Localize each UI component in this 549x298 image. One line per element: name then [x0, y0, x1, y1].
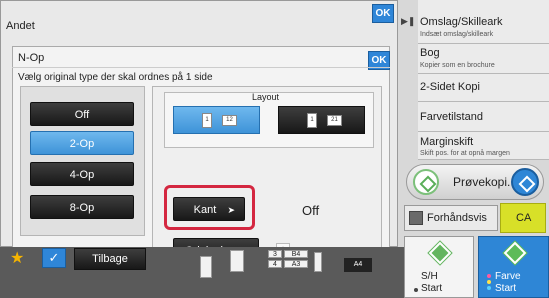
option-8-op[interactable]: 8-Op: [30, 195, 134, 219]
tray-slot: [230, 250, 244, 272]
color-start-label: Start: [495, 283, 517, 294]
arrow-right-icon: ➤: [227, 205, 235, 215]
preview-color-icon: [511, 168, 539, 196]
page-landscape-icon: 21: [327, 115, 342, 126]
andet-ok-button[interactable]: OK: [372, 4, 394, 23]
nop-description: Vælg original type der skal ordnes på 1 …: [18, 72, 213, 83]
color-start-button[interactable]: Farve Start: [478, 236, 549, 298]
start-diamond-icon: [428, 241, 452, 265]
start-diamond-icon: [503, 241, 527, 265]
page-portrait-icon: 1: [307, 113, 317, 128]
menu-item-marginskift[interactable]: Marginskift Skift pos. for at opnå marge…: [418, 132, 549, 160]
preview-doc-icon: [409, 211, 423, 225]
divider: [12, 67, 390, 68]
nop-title: N-Op: [18, 52, 45, 64]
layout-right-to-left-button[interactable]: 1 21: [278, 106, 365, 134]
menu-item-omslag[interactable]: Omslag/Skilleark Indsæt omslag/skilleark: [418, 0, 549, 44]
menu-item-bog[interactable]: Bog Kopier som en brochure: [418, 44, 549, 74]
option-off[interactable]: Off: [30, 102, 134, 126]
menu-item-title: Omslag/Skilleark: [420, 16, 503, 28]
layout-left-to-right-button[interactable]: 1 12: [173, 106, 260, 134]
preview-label: Prøvekopi.: [453, 175, 511, 189]
menu-item-subtitle: Skift pos. for at opnå margen: [420, 150, 510, 157]
ca-button[interactable]: CA: [500, 203, 546, 233]
bw-start-button[interactable]: S/H Start: [404, 236, 474, 298]
menu-item-subtitle: Indsæt omslag/skilleark: [420, 31, 494, 38]
tray-number: 3: [268, 250, 282, 258]
menu-item-subtitle: Kopier som en brochure: [420, 62, 495, 69]
paper-size-indicator: A4: [344, 258, 372, 272]
tray-size: A3: [284, 260, 308, 268]
check-icon[interactable]: ✓: [42, 248, 66, 268]
color-dots-icon: [487, 274, 493, 292]
option-2-op[interactable]: 2-Op: [30, 131, 134, 155]
menu-item-2-sidet-kopi[interactable]: 2-Sidet Kopi: [418, 74, 549, 102]
bw-label: S/H: [421, 271, 438, 282]
page-landscape-icon: 12: [222, 115, 237, 126]
menu-item-title: Farvetilstand: [420, 111, 483, 123]
kant-button[interactable]: Kant ➤: [173, 197, 245, 221]
star-icon[interactable]: ★: [10, 248, 24, 268]
menu-item-title: Bog: [420, 47, 440, 59]
forhandsvis-button[interactable]: Forhåndsvis: [404, 205, 498, 231]
menu-item-title: Marginskift: [420, 136, 474, 148]
bw-dot-icon: [414, 288, 418, 292]
tray-number: 4: [268, 260, 282, 268]
page-portrait-icon: 1: [202, 113, 212, 128]
ca-label: CA: [516, 212, 532, 224]
bw-start-label: Start: [421, 283, 443, 294]
color-label: Farve: [495, 271, 521, 282]
forhandsvis-label: Forhåndsvis: [427, 212, 487, 224]
andet-title: Andet: [6, 20, 35, 32]
layout-label: Layout: [252, 92, 280, 102]
tray-size: B4: [284, 250, 308, 258]
option-4-op[interactable]: 4-Op: [30, 162, 134, 186]
tray-slot: [200, 256, 212, 278]
back-button[interactable]: Tilbage: [74, 248, 146, 270]
tray-slot: [314, 252, 322, 272]
preview-copy-button[interactable]: Prøvekopi.: [406, 164, 544, 200]
panel-collapse-icon[interactable]: ▶❚: [401, 16, 415, 27]
menu-item-farvetilstand[interactable]: Farvetilstand: [418, 102, 549, 132]
preview-start-icon: [413, 169, 439, 195]
kant-value: Off: [302, 203, 320, 218]
menu-item-title: 2-Sidet Kopi: [420, 81, 480, 93]
